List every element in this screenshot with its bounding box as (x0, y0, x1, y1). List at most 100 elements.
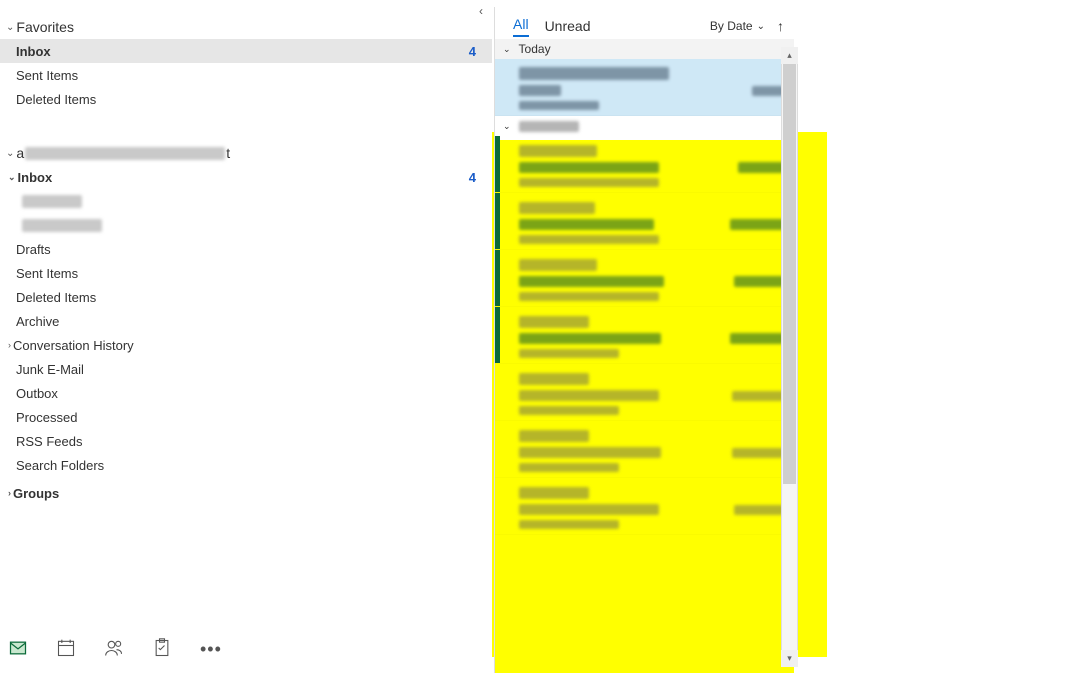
folder-processed[interactable]: Processed (0, 405, 492, 429)
subject-blurred (519, 162, 659, 173)
folder-label: Outbox (16, 386, 58, 401)
sender-blurred (519, 316, 589, 328)
folder-label: Search Folders (16, 458, 104, 473)
chevron-down-icon: ⌄ (503, 44, 511, 55)
account-inbox[interactable]: ⌄ Inbox 4 (0, 165, 492, 189)
preview-blurred (519, 178, 659, 187)
message-item-unread[interactable] (495, 193, 794, 250)
folder-conversation-history[interactable]: › Conversation History (0, 333, 492, 357)
folder-pane: ‹ ⌄ Favorites Inbox 4 Sent Items Deleted… (0, 7, 492, 673)
subject-blurred (519, 447, 661, 458)
folder-label: Deleted Items (16, 92, 96, 107)
time-blurred (730, 333, 784, 344)
tasks-icon[interactable] (152, 638, 172, 663)
preview-blurred (519, 520, 619, 529)
folder-label: Conversation History (13, 338, 134, 353)
unread-count: 4 (469, 44, 482, 59)
folder-label: Junk E-Mail (16, 362, 84, 377)
unread-count: 4 (469, 170, 482, 185)
tab-all[interactable]: All (513, 16, 529, 37)
chevron-right-icon: › (8, 340, 11, 350)
time-blurred (734, 505, 784, 515)
scroll-up-button[interactable]: ▴ (781, 47, 798, 64)
folder-drafts[interactable]: Drafts (0, 237, 492, 261)
group-label-blurred (519, 121, 579, 132)
preview-blurred (519, 406, 619, 415)
chevron-down-icon: ⌄ (6, 22, 14, 33)
folder-label: Sent Items (16, 68, 78, 83)
folder-junk-email[interactable]: Junk E-Mail (0, 357, 492, 381)
favorites-header[interactable]: ⌄ Favorites (0, 7, 492, 39)
message-item[interactable] (495, 478, 794, 535)
folder-sent-items[interactable]: Sent Items (0, 261, 492, 285)
sort-direction-button[interactable]: ↑ (777, 18, 784, 34)
preview-blurred (519, 292, 659, 301)
message-item-unread[interactable] (495, 250, 794, 307)
group-today[interactable]: ⌄ Today (495, 39, 794, 59)
folder-label: Inbox (16, 44, 51, 59)
folder-label: Sent Items (16, 266, 78, 281)
folder-label: Deleted Items (16, 290, 96, 305)
preview-blurred (519, 463, 619, 472)
message-item-unread[interactable] (495, 136, 794, 193)
more-icon[interactable]: ••• (200, 641, 220, 661)
sender-blurred (519, 202, 595, 214)
folder-label: Archive (16, 314, 59, 329)
subject-blurred (519, 390, 659, 401)
sender-blurred (519, 67, 669, 80)
favorites-deleted-items[interactable]: Deleted Items (0, 87, 492, 111)
folder-archive[interactable]: Archive (0, 309, 492, 333)
time-blurred (734, 276, 784, 287)
folder-rss-feeds[interactable]: RSS Feeds (0, 429, 492, 453)
inbox-subfolder[interactable] (0, 213, 492, 237)
inbox-subfolder[interactable] (0, 189, 492, 213)
time-blurred (732, 391, 784, 401)
favorites-label: Favorites (16, 19, 74, 35)
sender-blurred (519, 259, 597, 271)
message-item-selected[interactable] (495, 59, 794, 116)
chevron-down-icon: ⌄ (757, 21, 765, 32)
message-item-unread[interactable] (495, 307, 794, 364)
subject-blurred (519, 504, 659, 515)
subject-blurred (519, 276, 664, 287)
groups-header[interactable]: › Groups (0, 481, 492, 505)
favorites-inbox[interactable]: Inbox 4 (0, 39, 492, 63)
account-header[interactable]: ⌄ a t (0, 137, 492, 165)
preview-blurred (519, 101, 599, 110)
favorites-sent-items[interactable]: Sent Items (0, 63, 492, 87)
tab-unread[interactable]: Unread (545, 18, 591, 34)
sort-menu[interactable]: By Date ⌄ (710, 19, 765, 33)
sender-blurred (519, 487, 589, 499)
folder-label: Inbox (18, 170, 53, 185)
subject-blurred (519, 333, 661, 344)
folder-outbox[interactable]: Outbox (0, 381, 492, 405)
folder-deleted-items[interactable]: Deleted Items (0, 285, 492, 309)
subject-blurred (519, 85, 561, 96)
groups-label: Groups (13, 486, 59, 501)
sender-blurred (519, 430, 589, 442)
mail-icon[interactable] (8, 638, 28, 663)
subfolder-blurred (22, 195, 82, 208)
account-suffix: t (226, 145, 230, 161)
calendar-icon[interactable] (56, 638, 76, 663)
scrollbar[interactable]: ▴ ▾ (781, 47, 798, 667)
sort-label: By Date (710, 19, 753, 33)
preview-blurred (519, 349, 619, 358)
account-email-blurred (25, 147, 225, 160)
time-blurred (732, 448, 784, 458)
chevron-down-icon: ⌄ (8, 172, 16, 183)
message-item[interactable] (495, 364, 794, 421)
collapse-pane-button[interactable]: ‹ (479, 4, 483, 18)
time-blurred (752, 86, 784, 96)
people-icon[interactable] (104, 638, 124, 663)
sender-blurred (519, 373, 589, 385)
folder-search-folders[interactable]: Search Folders (0, 453, 492, 477)
folder-label: RSS Feeds (16, 434, 82, 449)
scroll-down-button[interactable]: ▾ (781, 650, 798, 667)
subject-blurred (519, 219, 654, 230)
chevron-down-icon: ⌄ (6, 148, 14, 159)
message-list-pane: All Unread By Date ⌄ ↑ ⌄ Today ⌄ (494, 7, 794, 673)
scrollbar-thumb[interactable] (783, 64, 796, 484)
message-item[interactable] (495, 421, 794, 478)
group-lastweek[interactable]: ⌄ (495, 116, 794, 136)
